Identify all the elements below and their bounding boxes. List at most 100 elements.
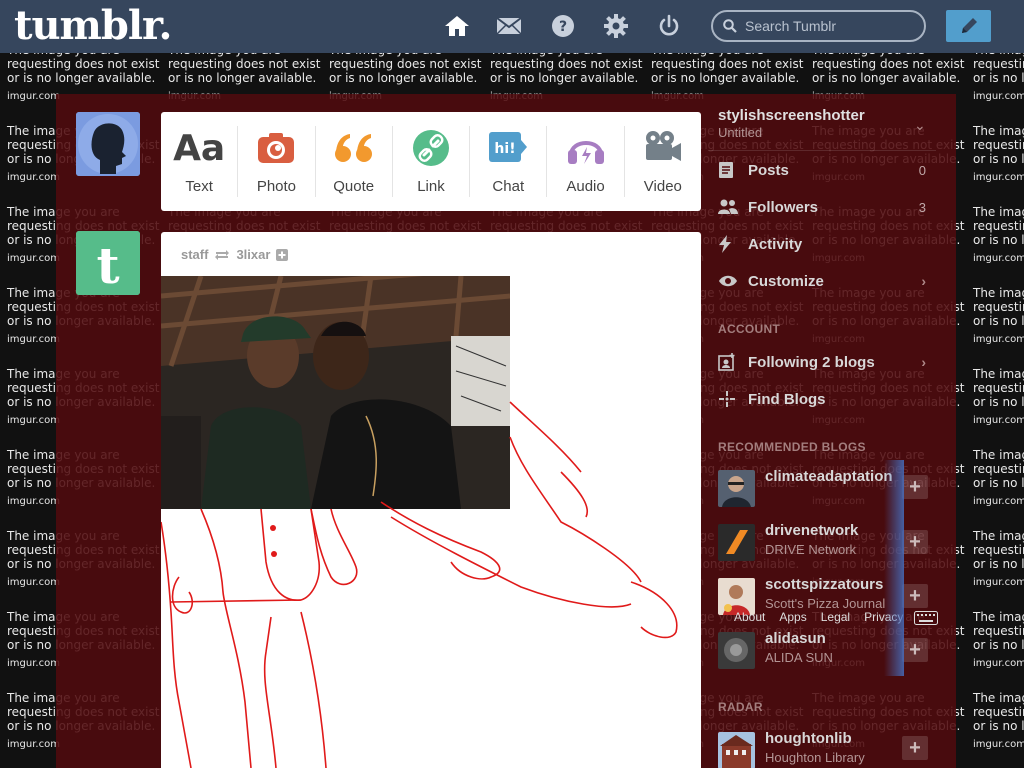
broken-image-source: imgur.com bbox=[973, 91, 1024, 102]
compose-button[interactable] bbox=[946, 10, 991, 42]
broken-image-message: The image you arerequesting does not exi… bbox=[973, 205, 1024, 247]
broken-image-message: The image you arerequesting does not exi… bbox=[490, 53, 643, 85]
search-icon bbox=[723, 19, 737, 33]
broken-image-source: imgur.com bbox=[7, 253, 60, 264]
broken-image-message: The image you arerequesting does not exi… bbox=[973, 53, 1024, 85]
chevron-right-icon: › bbox=[921, 273, 926, 289]
recommended-heading: RECOMMENDED BLOGS bbox=[718, 440, 866, 454]
follow-button[interactable]: + bbox=[902, 475, 928, 499]
footer-link-about[interactable]: About bbox=[734, 610, 765, 624]
blog-name[interactable]: stylishscreenshotter bbox=[718, 107, 865, 124]
video-camera-icon bbox=[640, 128, 686, 168]
broken-image-message: The image you arerequesting does not exi… bbox=[329, 53, 482, 85]
post-type-bar: Aa Text Photo Quote Link hi! Chat Audio bbox=[161, 112, 701, 211]
follow-button[interactable]: + bbox=[902, 736, 928, 760]
keyboard-icon[interactable] bbox=[914, 611, 938, 630]
post-type-text[interactable]: Aa Text bbox=[161, 126, 239, 197]
post-type-photo[interactable]: Photo bbox=[238, 126, 316, 197]
broken-image-tile: The image you arerequesting does not exi… bbox=[966, 53, 1024, 124]
chat-icon: hi! bbox=[485, 128, 531, 168]
post-type-chat[interactable]: hi! Chat bbox=[470, 126, 548, 197]
post-card: staff 3lixar bbox=[161, 232, 701, 768]
followers-icon bbox=[718, 197, 740, 217]
broken-image-tile: The image you arerequesting does not exi… bbox=[966, 610, 1024, 691]
blog-subtitle: Untitled bbox=[718, 125, 763, 140]
broken-image-tile: The image you arerequesting does not exi… bbox=[966, 205, 1024, 286]
svg-text:?: ? bbox=[559, 19, 567, 35]
sidebar-item-find-blogs[interactable]: Find Blogs bbox=[718, 389, 936, 409]
sidebar-item-following[interactable]: Following 2 blogs › bbox=[718, 352, 936, 372]
sidebar-item-posts[interactable]: Posts 0 bbox=[718, 160, 936, 180]
broken-image-source: imgur.com bbox=[7, 334, 60, 345]
svg-text:t: t bbox=[96, 236, 119, 295]
broken-image-message: The image you arerequesting does not exi… bbox=[168, 53, 321, 85]
broken-image-source: imgur.com bbox=[7, 739, 60, 750]
broken-image-source: imgur.com bbox=[973, 577, 1024, 588]
red-doodle-drawing bbox=[161, 401, 678, 768]
search-input[interactable] bbox=[745, 18, 915, 34]
broken-image-tile: The image you arerequesting does not exi… bbox=[966, 529, 1024, 610]
broken-image-message: The image you arerequesting does not exi… bbox=[973, 286, 1024, 328]
post-type-quote[interactable]: Quote bbox=[316, 126, 393, 197]
eye-icon bbox=[718, 271, 740, 291]
broken-image-source: imgur.com bbox=[973, 658, 1024, 669]
footer-link-legal[interactable]: Legal bbox=[821, 610, 850, 624]
blog-thumbnail bbox=[718, 470, 755, 507]
blog-thumbnail bbox=[718, 524, 755, 561]
broken-image-message: The image you arerequesting does not exi… bbox=[973, 367, 1024, 409]
search-box[interactable] bbox=[711, 10, 926, 42]
broken-image-source: imgur.com bbox=[973, 415, 1024, 426]
headphones-icon bbox=[563, 128, 609, 168]
user-avatar[interactable] bbox=[76, 112, 140, 176]
broken-image-source: imgur.com bbox=[7, 577, 60, 588]
broken-image-source: imgur.com bbox=[973, 172, 1024, 183]
gear-icon[interactable] bbox=[602, 12, 630, 40]
camera-icon bbox=[253, 128, 299, 168]
post-type-audio[interactable]: Audio bbox=[547, 126, 625, 197]
blog-thumbnail bbox=[718, 632, 755, 669]
sidebar-item-activity[interactable]: Activity bbox=[718, 234, 936, 254]
post-type-video[interactable]: Video bbox=[625, 126, 701, 197]
broken-image-source: imgur.com bbox=[973, 739, 1024, 750]
top-header: tumblr. ? bbox=[0, 0, 1024, 53]
broken-image-message: The image you arerequesting does not exi… bbox=[973, 691, 1024, 733]
chevron-down-icon[interactable]: ⌄ bbox=[914, 117, 926, 134]
broken-image-message: The image you arerequesting does not exi… bbox=[651, 53, 804, 85]
broken-image-message: The image you arerequesting does not exi… bbox=[7, 53, 160, 85]
quote-icon bbox=[331, 128, 377, 168]
broken-image-tile: The image you arerequesting does not exi… bbox=[966, 286, 1024, 367]
broken-image-message: The image you arerequesting does not exi… bbox=[973, 610, 1024, 652]
svg-text:hi!: hi! bbox=[495, 141, 516, 157]
radar-blog[interactable]: houghtonlib Houghton Library bbox=[718, 730, 928, 768]
footer-link-apps[interactable]: Apps bbox=[779, 610, 806, 624]
broken-image-source: imgur.com bbox=[7, 658, 60, 669]
chevron-right-icon: › bbox=[921, 354, 926, 370]
account-heading: ACCOUNT bbox=[718, 322, 781, 336]
sidebar-item-followers[interactable]: Followers 3 bbox=[718, 197, 936, 217]
power-icon[interactable] bbox=[655, 12, 683, 40]
follow-button[interactable]: + bbox=[902, 584, 928, 608]
broken-image-tile: The image you arerequesting does not exi… bbox=[966, 367, 1024, 448]
staff-avatar[interactable]: t bbox=[76, 231, 140, 295]
broken-image-source: imgur.com bbox=[7, 172, 60, 183]
follow-button[interactable]: + bbox=[902, 530, 928, 554]
follow-button[interactable]: + bbox=[902, 638, 928, 662]
tumblr-logo[interactable]: tumblr. bbox=[14, 2, 172, 49]
broken-image-source: imgur.com bbox=[973, 253, 1024, 264]
broken-image-message: The image you arerequesting does not exi… bbox=[812, 53, 965, 85]
broken-image-source: imgur.com bbox=[973, 496, 1024, 507]
sidebar-scrollbar[interactable] bbox=[884, 460, 904, 676]
home-icon[interactable] bbox=[443, 12, 471, 40]
broken-image-source: imgur.com bbox=[7, 496, 60, 507]
sidebar-item-customize[interactable]: Customize › bbox=[718, 271, 936, 291]
posts-icon bbox=[718, 160, 740, 180]
text-icon: Aa bbox=[173, 127, 226, 169]
broken-image-tile: The image you arerequesting does not exi… bbox=[966, 691, 1024, 768]
footer-links: About Apps Legal Privacy bbox=[734, 610, 903, 624]
broken-image-source: imgur.com bbox=[973, 334, 1024, 345]
post-type-link[interactable]: Link bbox=[393, 126, 471, 197]
help-icon[interactable]: ? bbox=[549, 12, 577, 40]
broken-image-message: The image you arerequesting does not exi… bbox=[973, 124, 1024, 166]
blog-thumbnail bbox=[718, 732, 755, 768]
mail-icon[interactable] bbox=[495, 12, 523, 40]
